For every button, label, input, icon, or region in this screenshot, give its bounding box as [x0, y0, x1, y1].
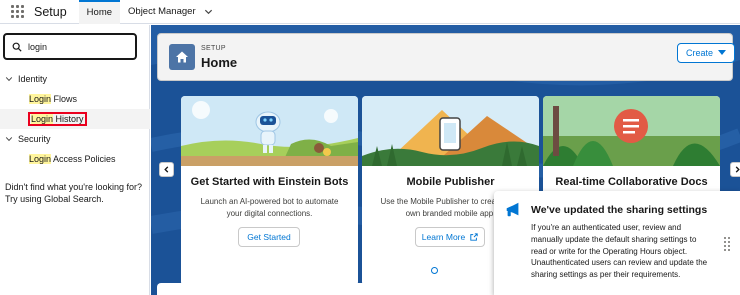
tree-item-login-access-policies[interactable]: Login Access Policies [0, 149, 150, 169]
tree-item-login-flows[interactable]: Login Flows [0, 89, 150, 109]
search-match-highlight: Login [31, 114, 54, 124]
no-results-line2: Try using Global Search. [5, 194, 104, 204]
card-title: Real-time Collaborative Docs [555, 176, 708, 188]
tree-item-label: History [53, 114, 84, 124]
popover-body: If you're an authenticated user, review … [531, 223, 708, 280]
drag-handle-icon[interactable] [724, 237, 730, 251]
external-link-icon [470, 233, 478, 241]
quick-find-box[interactable] [3, 33, 137, 60]
card-title: Get Started with Einstein Bots [190, 176, 349, 188]
home-icon [169, 44, 195, 70]
card-button-label: Learn More [421, 232, 466, 242]
create-button-label: Create [685, 48, 713, 58]
app-launcher-icon [10, 5, 24, 18]
no-results-hint: Didn't find what you're looking for? Try… [5, 181, 145, 205]
global-header: Setup Home Object Manager [0, 0, 740, 24]
carousel-next-button[interactable] [730, 162, 740, 177]
setup-tree: Identity Login Flows Login History Secur… [0, 69, 150, 169]
carousel-indicators [431, 267, 464, 274]
chevron-down-icon[interactable] [4, 135, 13, 144]
card-description: Launch an AI-powered bot to automate you… [200, 197, 339, 218]
tree-item-text: Login Access Policies [28, 153, 117, 165]
carousel-card-einstein-bots: Get Started with Einstein Bots Launch an… [181, 96, 358, 286]
chevron-left-icon [164, 166, 169, 173]
card-title: Mobile Publisher [406, 176, 495, 188]
einstein-bot-illustration [181, 96, 358, 166]
tree-item-login-history[interactable]: Login History [0, 109, 150, 129]
mobile-publisher-illustration [362, 96, 539, 166]
tree-item-label: Access Policies [51, 154, 116, 164]
caret-down-icon [718, 50, 726, 55]
chevron-down-icon[interactable] [204, 7, 213, 16]
bottom-panel [157, 283, 497, 295]
search-icon [12, 42, 22, 52]
carousel-dot-1[interactable] [431, 267, 438, 274]
tree-node-security[interactable]: Security [0, 129, 150, 149]
megaphone-icon [506, 202, 519, 217]
tab-home-label: Home [86, 7, 113, 18]
tab-home[interactable]: Home [78, 0, 121, 24]
setup-sidebar: Identity Login Flows Login History Secur… [0, 25, 150, 295]
tree-item-label: Flows [51, 94, 78, 104]
search-match-highlight: Login [29, 94, 52, 104]
tree-item-text: Login History [28, 112, 87, 126]
chevron-down-icon[interactable] [4, 75, 13, 84]
chevron-right-icon [735, 166, 740, 173]
tree-item-text: Login Flows [28, 93, 78, 105]
tab-object-manager[interactable]: Object Manager [120, 0, 221, 24]
learn-more-button[interactable]: Learn More [415, 227, 485, 247]
tree-node-label: Identity [18, 74, 48, 84]
tree-node-label: Security [18, 134, 51, 144]
quick-find-input[interactable] [28, 41, 128, 52]
popover-title: We've updated the sharing settings [531, 204, 708, 216]
carousel-previous-button[interactable] [159, 162, 174, 177]
carousel-dot-3[interactable] [457, 267, 464, 274]
page-header: SETUP Home Create [157, 33, 735, 81]
tab-object-manager-label: Object Manager [128, 6, 196, 17]
card-button-label: Get Started [247, 232, 291, 242]
page-eyebrow: SETUP [201, 45, 226, 52]
sharing-settings-popover: We've updated the sharing settings If yo… [494, 191, 740, 295]
get-started-button[interactable]: Get Started [238, 227, 300, 247]
page-title: Home [201, 55, 238, 70]
app-name: Setup [34, 4, 67, 19]
carousel-dot-2[interactable] [444, 267, 451, 274]
tree-node-identity[interactable]: Identity [0, 69, 150, 89]
search-match-highlight: Login [29, 154, 52, 164]
collaborative-docs-illustration [543, 96, 720, 166]
create-button[interactable]: Create [677, 43, 735, 63]
app-launcher-button[interactable] [0, 0, 34, 24]
no-results-line1: Didn't find what you're looking for? [5, 182, 143, 192]
